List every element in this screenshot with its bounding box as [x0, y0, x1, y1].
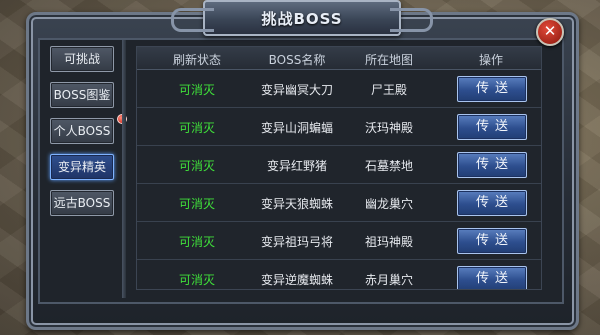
teleport-button[interactable]: 传送: [457, 228, 527, 254]
map-name: 沃玛神殿: [364, 121, 413, 135]
map-name: 石墓禁地: [364, 159, 413, 173]
table-row: 可消灭 变异幽冥大刀 尸王殿 传送: [137, 70, 541, 108]
map-name: 幽龙巢穴: [364, 197, 413, 211]
window-title: 挑战BOSS: [261, 10, 343, 28]
status-text: 可消灭: [178, 159, 215, 173]
map-name: 尸王殿: [370, 83, 407, 97]
panel-divider: [122, 40, 126, 298]
table-header: 刷新状态 BOSS名称 所在地图 操作: [137, 47, 541, 70]
table-row: 可消灭 变异天狼蜘蛛 幽龙巢穴 传送: [137, 184, 541, 222]
boss-name: 变异幽冥大刀: [260, 83, 333, 97]
map-name: 祖玛神殿: [364, 235, 413, 249]
sidebar-item-boss-catalog[interactable]: BOSS图鉴: [50, 82, 114, 108]
header-map: 所在地图: [364, 53, 413, 67]
sidebar-item-ancient-boss[interactable]: 远古BOSS: [50, 190, 114, 216]
teleport-button[interactable]: 传送: [457, 190, 527, 216]
boss-table: 刷新状态 BOSS名称 所在地图 操作 可消灭 变异幽冥大刀 尸王殿 传送 可消…: [136, 46, 542, 290]
sidebar-item-label: 个人BOSS: [53, 124, 111, 138]
teleport-button[interactable]: 传送: [457, 266, 527, 289]
status-text: 可消灭: [178, 121, 215, 135]
status-text: 可消灭: [178, 83, 215, 97]
table-row: 可消灭 变异逆魔蜘蛛 赤月巢穴 传送: [137, 260, 541, 289]
header-refresh-status: 刷新状态: [172, 53, 221, 67]
teleport-button[interactable]: 传送: [457, 152, 527, 178]
table-row: 可消灭 变异山洞蝙蝠 沃玛神殿 传送: [137, 108, 541, 146]
map-name: 赤月巢穴: [364, 273, 413, 287]
close-button[interactable]: ✕: [536, 18, 564, 46]
header-boss-name: BOSS名称: [268, 53, 326, 67]
sidebar-item-mutant-elite[interactable]: 变异精英: [50, 154, 114, 180]
teleport-button[interactable]: 传送: [457, 76, 527, 102]
boss-name: 变异天狼蜘蛛: [260, 197, 333, 211]
status-text: 可消灭: [178, 273, 215, 287]
table-row: 可消灭 变异红野猪 石墓禁地 传送: [137, 146, 541, 184]
boss-name: 变异祖玛弓将: [260, 235, 333, 249]
sidebar-item-challengeable[interactable]: 可挑战: [50, 46, 114, 72]
boss-name: 变异山洞蝙蝠: [260, 121, 333, 135]
boss-name: 变异红野猪: [266, 159, 327, 173]
teleport-button[interactable]: 传送: [457, 114, 527, 140]
table-row: 可消灭 变异祖玛弓将 祖玛神殿 传送: [137, 222, 541, 260]
window-title-plate: 挑战BOSS: [171, 0, 433, 36]
sidebar-item-personal-boss[interactable]: 个人BOSS: [50, 114, 127, 144]
status-text: 可消灭: [178, 197, 215, 211]
status-text: 可消灭: [178, 235, 215, 249]
boss-name: 变异逆魔蜘蛛: [260, 273, 333, 287]
close-icon: ✕: [543, 22, 557, 40]
header-action: 操作: [478, 53, 503, 67]
